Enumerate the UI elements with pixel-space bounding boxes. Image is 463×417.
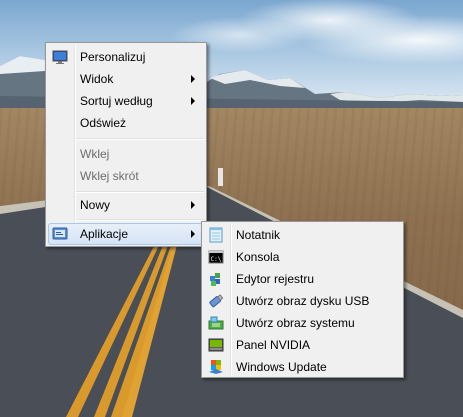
menu-item-label: Odśwież — [80, 116, 127, 130]
menu-item-applications[interactable]: Aplikacje — [48, 223, 204, 245]
submenu-item-label: Utwórz obraz dysku USB — [236, 294, 370, 308]
submenu-item-label: Utwórz obraz systemu — [236, 316, 355, 330]
submenu-arrow-icon — [191, 75, 195, 83]
submenu-arrow-icon — [191, 97, 195, 105]
submenu-arrow-icon — [191, 230, 195, 238]
submenu-item-label: Konsola — [236, 250, 280, 264]
nvidia-icon — [208, 338, 224, 352]
submenu-item-console[interactable]: C:\ Konsola — [204, 246, 401, 268]
console-icon: C:\ — [208, 250, 224, 264]
menu-separator — [76, 219, 204, 221]
submenu-item-label: Windows Update — [236, 360, 327, 374]
menu-item-paste: Wklej — [48, 143, 204, 165]
menu-item-label: Personalizuj — [80, 50, 146, 64]
menu-item-label: Sortuj według — [80, 94, 153, 108]
desktop-context-menu: Personalizuj Widok Sortuj według Odśwież… — [45, 42, 207, 247]
submenu-item-label: Notatnik — [236, 228, 281, 242]
submenu-item-windows-update[interactable]: Windows Update — [204, 356, 401, 378]
submenu-item-label: Panel NVIDIA — [236, 338, 311, 352]
svg-text:C:\: C:\ — [211, 256, 222, 263]
menu-item-new[interactable]: Nowy — [48, 194, 204, 216]
submenu-item-nvidia-panel[interactable]: Panel NVIDIA — [204, 334, 401, 356]
menu-item-label: Aplikacje — [80, 227, 129, 241]
menu-item-paste-shortcut: Wklej skrót — [48, 165, 204, 187]
menu-separator — [76, 138, 204, 140]
registry-editor-icon — [210, 273, 220, 286]
menu-separator — [76, 191, 204, 193]
menu-item-refresh[interactable]: Odśwież — [48, 112, 204, 134]
monitor-icon — [52, 50, 68, 64]
submenu-item-registry-editor[interactable]: Edytor rejestru — [204, 268, 401, 290]
menu-item-label: Wklej — [80, 147, 110, 161]
menu-item-sort-by[interactable]: Sortuj według — [48, 90, 204, 112]
submenu-arrow-icon — [191, 201, 195, 209]
submenu-item-label: Edytor rejestru — [236, 272, 315, 286]
apps-icon — [52, 227, 68, 240]
submenu-item-usb-image[interactable]: Utwórz obraz dysku USB — [204, 290, 401, 312]
applications-submenu: Notatnik C:\ Konsola Edytor rejestru Utw… — [201, 221, 404, 378]
menu-item-personalize[interactable]: Personalizuj — [48, 46, 204, 68]
road-sign — [218, 168, 223, 186]
windows-update-icon — [209, 360, 223, 374]
menu-item-label: Nowy — [80, 198, 111, 212]
system-image-icon — [208, 316, 224, 330]
usb-drive-icon — [209, 294, 224, 308]
menu-item-label: Widok — [80, 72, 114, 86]
notepad-icon — [209, 227, 223, 243]
submenu-item-system-image[interactable]: Utwórz obraz systemu — [204, 312, 401, 334]
submenu-item-notepad[interactable]: Notatnik — [204, 224, 401, 246]
menu-item-view[interactable]: Widok — [48, 68, 204, 90]
menu-item-label: Wklej skrót — [80, 169, 139, 183]
